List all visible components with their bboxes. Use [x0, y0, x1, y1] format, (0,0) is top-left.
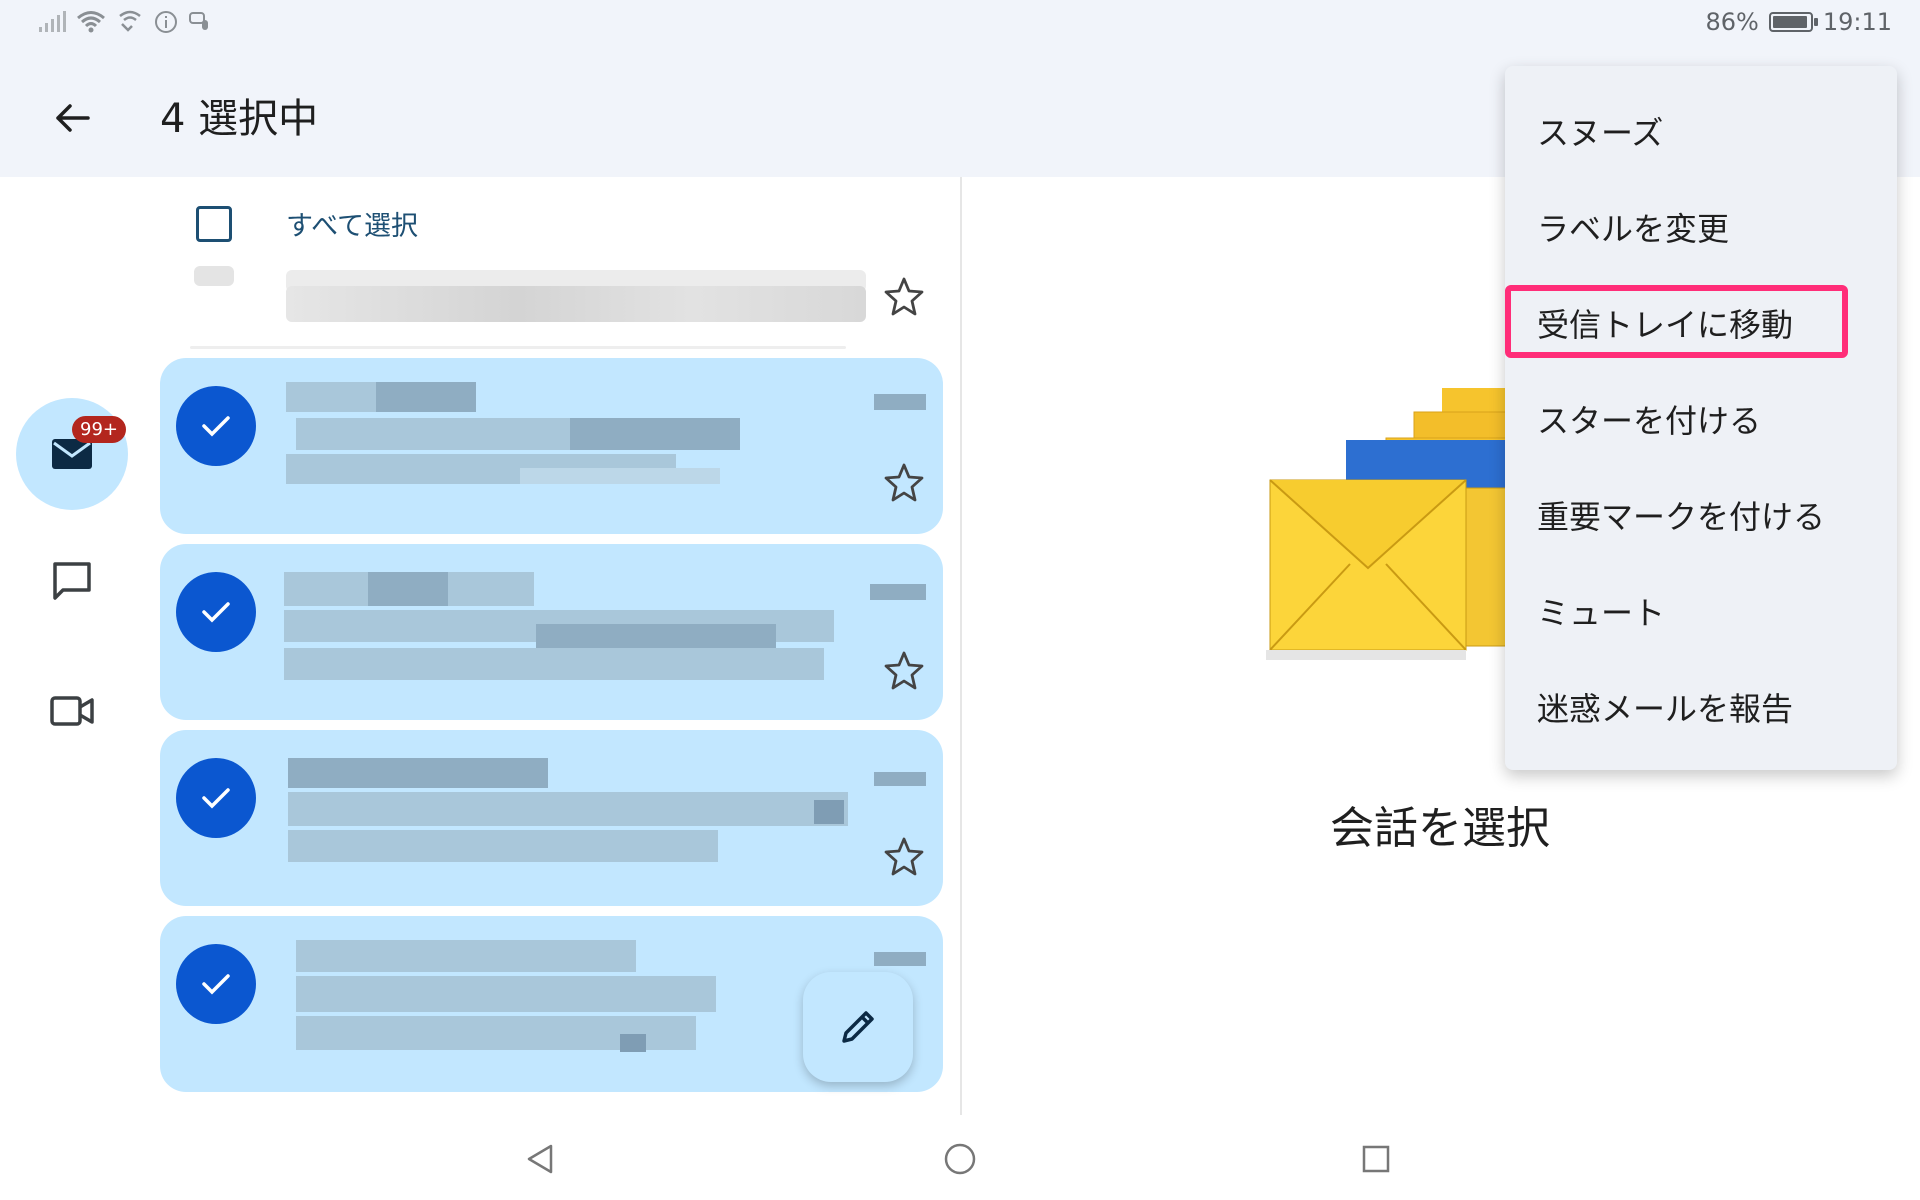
avatar-blur	[194, 266, 234, 286]
snippet-blur	[284, 648, 824, 680]
clock: 19:11	[1822, 8, 1892, 36]
date-blur	[874, 394, 926, 410]
snippet-blur	[520, 468, 720, 484]
star-icon[interactable]	[884, 276, 924, 316]
selected-check[interactable]	[176, 944, 256, 1024]
check-icon	[202, 602, 230, 623]
subject-blur	[814, 800, 844, 824]
check-icon	[202, 788, 230, 809]
list-item-selected[interactable]	[160, 358, 943, 534]
star-icon[interactable]	[884, 462, 924, 502]
star-icon[interactable]	[884, 836, 924, 876]
battery-percent: 86%	[1705, 8, 1759, 36]
compose-button[interactable]	[803, 972, 913, 1082]
select-all-row[interactable]: すべて選択	[196, 204, 418, 243]
system-nav-bar	[0, 1115, 1920, 1200]
mail-badge: 99+	[72, 416, 126, 443]
menu-item-mark-important[interactable]: 重要マークを付ける	[1537, 492, 1825, 538]
star-icon[interactable]	[884, 650, 924, 690]
select-all-checkbox[interactable]	[196, 205, 232, 242]
menu-item-snooze[interactable]: スヌーズ	[1537, 108, 1663, 154]
check-icon	[202, 416, 230, 437]
list-item-selected[interactable]	[160, 544, 943, 720]
envelopes-illustration	[1266, 388, 1506, 660]
video-icon	[50, 696, 94, 726]
selected-check[interactable]	[176, 758, 256, 838]
chat-icon	[53, 562, 91, 600]
subject-blur	[288, 792, 848, 826]
info-icon	[155, 11, 177, 33]
snippet-blur	[288, 830, 718, 862]
rail-meet-button[interactable]	[46, 685, 98, 737]
battery-level	[1772, 16, 1808, 28]
selected-check[interactable]	[176, 386, 256, 466]
home-circle-icon	[944, 1143, 976, 1175]
arrow-back-icon	[56, 104, 90, 132]
check-icon	[202, 974, 230, 995]
overflow-menu: スヌーズ ラベルを変更 受信トレイに移動 スターを付ける 重要マークを付ける ミ…	[1505, 66, 1897, 770]
sender-blur	[286, 382, 376, 412]
wifi-icon	[77, 11, 105, 33]
back-triangle-icon	[527, 1144, 553, 1174]
pencil-icon	[842, 1011, 874, 1043]
row-divider	[190, 346, 846, 349]
status-right: 86% 19:11	[1705, 8, 1892, 36]
date-blur	[870, 584, 926, 600]
recents-square-icon	[1362, 1145, 1390, 1173]
menu-item-move-to-inbox[interactable]: 受信トレイに移動	[1537, 300, 1793, 346]
sender-blur	[368, 572, 448, 606]
status-icons	[38, 10, 212, 34]
list-item[interactable]	[190, 262, 930, 349]
back-button[interactable]	[42, 88, 102, 148]
subject-blur	[570, 418, 740, 450]
rail-mail-button[interactable]	[16, 398, 128, 510]
date-blur	[874, 952, 926, 966]
empty-detail-label: 会話を選択	[1330, 803, 1550, 854]
subject-blur	[286, 286, 866, 322]
menu-item-add-star[interactable]: スターを付ける	[1537, 396, 1761, 442]
nav-back-button[interactable]	[520, 1139, 560, 1179]
battery-icon	[1768, 12, 1818, 32]
signal-icon	[39, 11, 66, 32]
date-blur	[874, 772, 926, 786]
selection-title: 4 選択中	[160, 96, 319, 142]
menu-item-change-labels[interactable]: ラベルを変更	[1537, 204, 1729, 250]
subject-blur	[536, 624, 776, 648]
select-all-label: すべて選択	[286, 211, 419, 242]
voice-icon	[189, 12, 208, 30]
nav-home-button[interactable]	[940, 1139, 980, 1179]
menu-item-report-spam[interactable]: 迷惑メールを報告	[1537, 684, 1793, 730]
sender-blur	[288, 758, 548, 788]
pane-divider	[960, 177, 962, 1115]
list-item-selected[interactable]	[160, 730, 943, 906]
snippet-blur	[620, 1034, 646, 1052]
rail-chat-button[interactable]	[46, 554, 98, 606]
subject-blur	[296, 976, 716, 1012]
sender-blur	[376, 382, 476, 412]
menu-item-mute[interactable]: ミュート	[1537, 588, 1665, 634]
nav-recents-button[interactable]	[1356, 1139, 1396, 1179]
sender-blur	[296, 940, 636, 972]
selected-check[interactable]	[176, 572, 256, 652]
wifi-calling-icon	[119, 10, 141, 32]
status-bar: 86% 19:11	[0, 0, 1920, 50]
